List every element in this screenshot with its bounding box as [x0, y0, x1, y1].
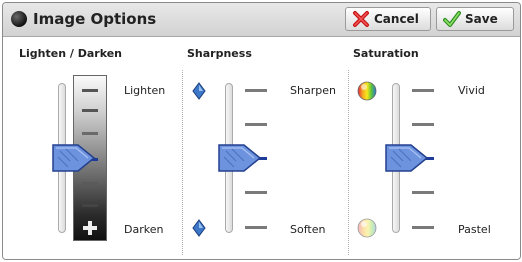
pastel-label: Pastel	[458, 223, 491, 236]
sharpness-title: Sharpness	[187, 47, 252, 60]
tick	[245, 123, 267, 126]
tick	[82, 109, 98, 112]
tick	[412, 123, 434, 126]
column-divider	[348, 70, 349, 255]
pastel-tick	[412, 226, 434, 229]
black-ball-icon	[11, 11, 27, 27]
sharpness-slider-thumb[interactable]	[216, 143, 262, 173]
title-bar: Image Options Cancel Save	[3, 3, 520, 37]
cancel-label: Cancel	[374, 12, 419, 26]
image-options-dialog: Image Options Cancel Save Lighten / Dark…	[2, 2, 521, 260]
dialog-title: Image Options	[33, 10, 157, 28]
tick	[82, 132, 98, 135]
rainbow-ball-icon	[357, 81, 377, 101]
vivid-label: Vivid	[458, 84, 485, 97]
lighten-tick	[82, 89, 98, 92]
options-body: Lighten / Darken Lighten Darken Sharpnes…	[3, 37, 520, 259]
tick	[82, 182, 98, 185]
lighten-darken-slider-thumb[interactable]	[50, 143, 96, 173]
column-divider	[182, 70, 183, 255]
tick	[412, 191, 434, 194]
soften-tick	[245, 226, 267, 229]
saturation-title: Saturation	[353, 47, 419, 60]
plus-icon	[83, 221, 97, 235]
tick	[82, 204, 98, 207]
pastel-ball-icon	[357, 218, 377, 238]
vivid-tick	[412, 89, 434, 92]
save-label: Save	[465, 12, 498, 26]
lighten-darken-title: Lighten / Darken	[19, 47, 123, 60]
soften-label: Soften	[290, 223, 326, 236]
lighten-label: Lighten	[124, 84, 166, 97]
save-button[interactable]: Save	[436, 7, 514, 31]
blue-diamond-icon	[192, 219, 206, 237]
green-check-icon	[443, 11, 461, 27]
sharpen-tick	[245, 89, 267, 92]
sharpen-label: Sharpen	[290, 84, 336, 97]
cancel-button[interactable]: Cancel	[345, 7, 431, 31]
saturation-slider-thumb[interactable]	[383, 143, 429, 173]
blue-diamond-icon	[192, 82, 206, 100]
darken-label: Darken	[124, 223, 164, 236]
red-x-icon	[353, 11, 369, 27]
tick	[245, 191, 267, 194]
